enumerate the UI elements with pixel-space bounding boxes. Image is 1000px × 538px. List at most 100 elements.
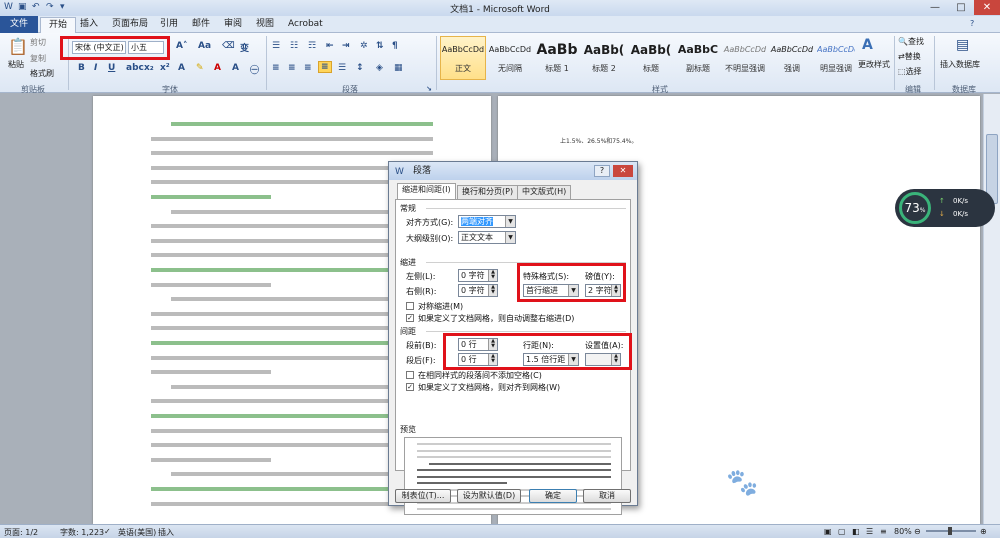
increase-indent-icon[interactable]: ⇥ <box>342 41 350 51</box>
style-intense-emphasis[interactable]: AaBbCcDd 明显强调 <box>816 36 856 80</box>
style-emphasis[interactable]: AaBbCcDd 强调 <box>769 36 815 80</box>
font-color-icon[interactable]: A <box>214 63 221 73</box>
grow-font-icon[interactable]: A˄ <box>176 41 187 51</box>
style-subtitle[interactable]: AaBbC 副标题 <box>675 36 721 80</box>
style-heading-2[interactable]: AaBb(标题 2 <box>581 36 627 80</box>
word-count[interactable]: 字数: 1,223 <box>60 527 104 538</box>
page-count[interactable]: 页面: 1/2 <box>4 527 38 538</box>
insert-database-button[interactable]: 插入数据库 <box>940 59 980 70</box>
outline-level-select[interactable]: 正文文本 ▼ <box>458 231 516 244</box>
view-outline-icon[interactable]: ☰ <box>866 527 873 536</box>
sort-icon[interactable]: ⇅ <box>376 41 384 51</box>
set-default-button[interactable]: 设为默认值(D) <box>457 489 521 503</box>
decrease-indent-icon[interactable]: ⇤ <box>326 41 334 51</box>
char-shading-icon[interactable]: A <box>232 63 239 73</box>
change-styles-button[interactable]: 更改样式 <box>858 59 890 70</box>
tab-mailings[interactable]: 邮件 <box>184 17 218 33</box>
borders-icon[interactable]: ▦ <box>394 63 403 73</box>
clear-format-icon[interactable]: ⌫ <box>222 41 235 51</box>
network-monitor-widget[interactable]: 73% ↑ 0K/s ↓ 0K/s <box>895 189 995 227</box>
align-right-icon[interactable]: ≡ <box>304 63 312 73</box>
maximize-button[interactable]: □ <box>948 0 974 15</box>
zoom-slider-thumb[interactable] <box>948 527 952 535</box>
phonetic-icon[interactable]: 变 <box>240 41 249 54</box>
line-spacing-icon[interactable]: ↕ <box>356 63 364 73</box>
insert-mode[interactable]: 插入 <box>158 527 174 538</box>
minimize-button[interactable]: — <box>922 0 948 15</box>
shrink-font-icon[interactable]: Aa <box>198 41 211 51</box>
shading-icon[interactable]: ◈ <box>376 63 383 73</box>
enclose-char-icon[interactable]: ㊀ <box>250 63 259 76</box>
bold-icon[interactable]: B <box>78 63 85 73</box>
tabs-button[interactable]: 制表位(T)... <box>395 489 451 503</box>
highlight-icon[interactable]: ✎ <box>196 63 204 73</box>
dialog-close-button[interactable]: ✕ <box>613 165 633 177</box>
auto-adjust-checkbox[interactable]: ✓ <box>406 314 414 322</box>
multilevel-list-icon[interactable]: ☶ <box>308 41 316 51</box>
select-button[interactable]: ⬚选择 <box>898 66 922 77</box>
help-icon[interactable]: ? <box>970 19 974 28</box>
align-left-icon[interactable]: ≡ <box>272 63 280 73</box>
format-painter-button[interactable]: 格式刷 <box>30 68 54 79</box>
help-button[interactable]: ? <box>594 165 610 177</box>
zoom-level[interactable]: 80% <box>894 527 912 536</box>
tab-line-page-breaks[interactable]: 换行和分页(P) <box>457 185 519 199</box>
style-heading-1[interactable]: AaBb 标题 1 <box>534 36 580 80</box>
view-reading-icon[interactable]: ▢ <box>838 527 846 536</box>
spinner-icon[interactable]: ▲ ▼ <box>488 270 497 281</box>
tab-references[interactable]: 引用 <box>152 17 186 33</box>
no-space-same-style-checkbox[interactable] <box>406 371 414 379</box>
language-indicator[interactable]: 英语(美国) <box>118 527 156 538</box>
replace-button[interactable]: ⇄替换 <box>898 51 921 62</box>
style-title[interactable]: AaBb(标题 <box>628 36 674 80</box>
show-marks-icon[interactable]: ¶ <box>392 41 398 51</box>
view-draft-icon[interactable]: ≡ <box>880 527 887 536</box>
align-center-icon[interactable]: ≡ <box>288 63 296 73</box>
distributed-icon[interactable]: ☰ <box>338 63 346 73</box>
zoom-out-icon[interactable]: ⊖ <box>914 527 921 536</box>
insert-database-icon[interactable]: ▤ <box>956 37 969 53</box>
numbering-icon[interactable]: ☷ <box>290 41 298 51</box>
ok-button[interactable]: 确定 <box>529 489 577 503</box>
change-styles-icon[interactable]: A <box>862 37 873 53</box>
style-no-spacing[interactable]: AaBbCcDd 无间隔 <box>487 36 533 80</box>
cut-button[interactable]: 剪切 <box>30 37 46 48</box>
copy-button[interactable]: 复制 <box>30 53 46 64</box>
style-subtle-emphasis[interactable]: AaBbCcDd 不明显强调 <box>722 36 768 80</box>
chinese-layout-icon[interactable]: ✲ <box>360 41 368 51</box>
find-button[interactable]: 🔍查找 <box>898 36 924 47</box>
paste-label[interactable]: 粘贴 <box>8 59 24 70</box>
tab-view[interactable]: 视图 <box>248 17 282 33</box>
underline-icon[interactable]: U <box>108 63 115 73</box>
tab-page-layout[interactable]: 页面布局 <box>104 17 156 33</box>
tab-file[interactable]: 文件 <box>0 16 39 33</box>
alignment-select[interactable]: 两端对齐 ▼ <box>458 215 516 228</box>
superscript-icon[interactable]: x² <box>160 63 170 73</box>
justify-icon[interactable]: ≡ <box>318 61 332 73</box>
tab-asian-typography[interactable]: 中文版式(H) <box>517 185 572 199</box>
subscript-icon[interactable]: x₂ <box>144 63 154 73</box>
tab-insert[interactable]: 插入 <box>72 17 106 33</box>
mirror-indents-checkbox[interactable] <box>406 302 414 310</box>
close-button[interactable]: ✕ <box>974 0 1000 15</box>
tab-indents-spacing[interactable]: 缩进和间距(I) <box>397 183 456 200</box>
text-effect-icon[interactable]: A <box>178 63 185 73</box>
tab-review[interactable]: 审阅 <box>216 17 250 33</box>
vertical-scrollbar[interactable] <box>983 94 1000 524</box>
proofing-icon[interactable]: ✓ <box>104 527 111 536</box>
tab-home[interactable]: 开始 <box>40 17 77 34</box>
spinner-icon[interactable]: ▲ ▼ <box>488 285 497 296</box>
style-normal[interactable]: AaBbCcDd 正文 <box>440 36 486 80</box>
paragraph-launcher-icon[interactable]: ↘ <box>426 85 432 93</box>
view-print-layout-icon[interactable]: ▣ <box>824 527 832 536</box>
cancel-button[interactable]: 取消 <box>583 489 631 503</box>
bullets-icon[interactable]: ☰ <box>272 41 280 51</box>
strikethrough-icon[interactable]: abc <box>126 63 144 73</box>
paste-icon[interactable]: 📋 <box>8 37 28 56</box>
indent-right-input[interactable]: 0 字符 ▲ ▼ <box>458 284 498 297</box>
indent-left-input[interactable]: 0 字符 ▲ ▼ <box>458 269 498 282</box>
snap-to-grid-checkbox[interactable]: ✓ <box>406 383 414 391</box>
zoom-in-icon[interactable]: ⊕ <box>980 527 987 536</box>
tab-acrobat[interactable]: Acrobat <box>280 17 331 33</box>
view-web-icon[interactable]: ◧ <box>852 527 860 536</box>
